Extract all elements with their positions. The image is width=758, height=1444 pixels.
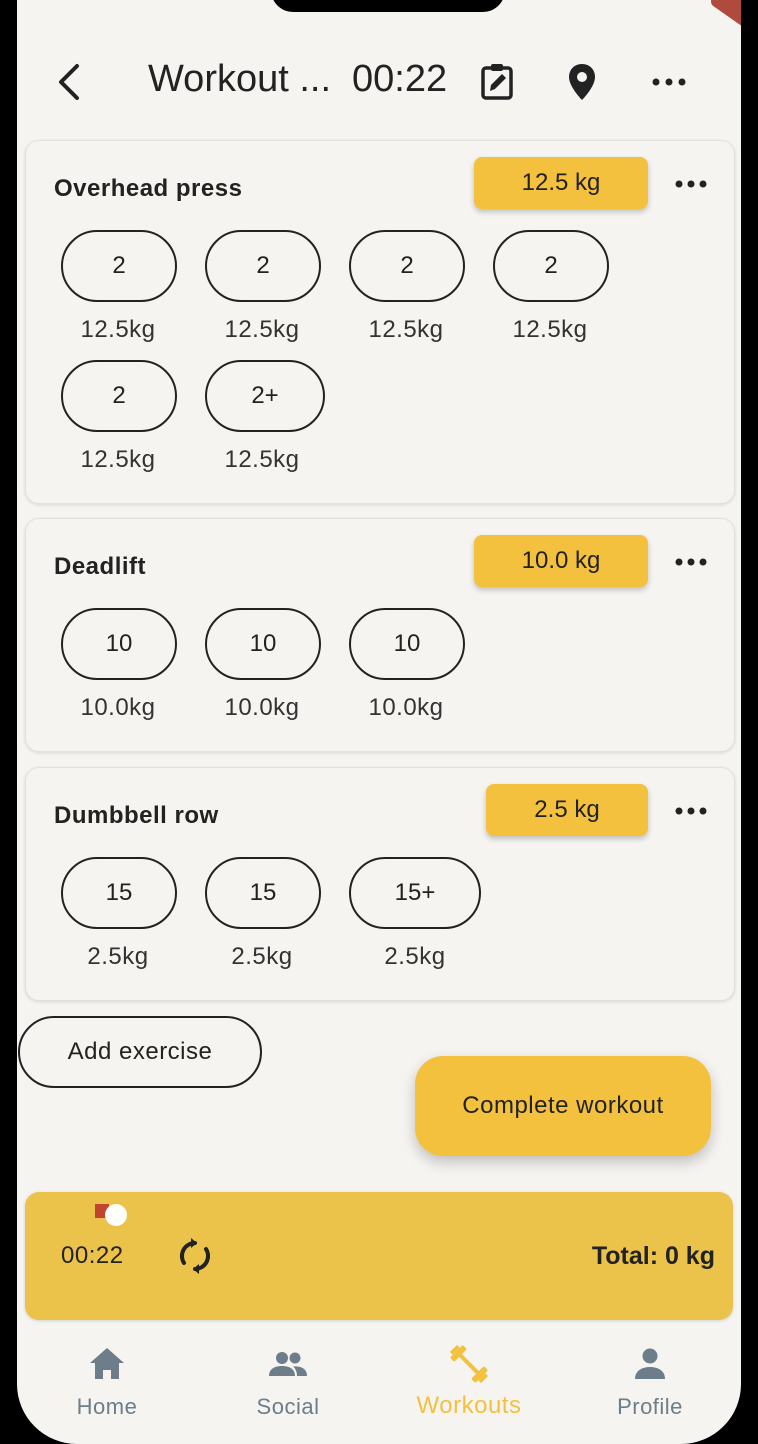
- people-icon: [269, 1352, 307, 1376]
- total-weight: Total: 0 kg: [591, 1242, 715, 1270]
- exercise-weight-button[interactable]: 12.5 kg: [474, 157, 648, 209]
- workout-title[interactable]: Workout ...: [148, 58, 328, 101]
- edit-notes-icon[interactable]: [476, 60, 520, 104]
- set-item: 2 12.5kg: [61, 230, 177, 344]
- nav-home[interactable]: Home: [22, 1334, 192, 1420]
- phone-screen: Workout ... 00:22 Overhead press 12.5 kg…: [17, 0, 741, 1444]
- timer-indicator-dot: [105, 1204, 127, 1226]
- debug-banner: [708, 0, 741, 29]
- exercise-weight-button[interactable]: 10.0 kg: [474, 535, 648, 587]
- nav-workouts[interactable]: Workouts: [384, 1334, 554, 1420]
- app-header: Workout ... 00:22: [17, 40, 741, 124]
- set-reps-button[interactable]: 15+: [349, 857, 481, 929]
- back-icon[interactable]: [51, 60, 87, 104]
- person-icon: [635, 1348, 665, 1379]
- set-weight-label: 12.5kg: [80, 446, 156, 473]
- nav-social[interactable]: Social: [203, 1334, 373, 1420]
- set-weight-label: 12.5kg: [368, 316, 444, 343]
- set-reps-button[interactable]: 2: [493, 230, 609, 302]
- set-item: 15 2.5kg: [205, 857, 321, 971]
- rest-timer-time: 00:22: [61, 1242, 124, 1269]
- set-weight-label: 10.0kg: [80, 694, 156, 721]
- set-reps-button[interactable]: 2: [205, 230, 321, 302]
- set-weight-label: 12.5kg: [512, 316, 588, 343]
- set-reps-button[interactable]: 2: [61, 230, 177, 302]
- rest-timer-bar: 00:22 Total: 0 kg: [25, 1192, 733, 1320]
- exercise-name[interactable]: Dumbbell row: [54, 802, 219, 830]
- set-item: 2 12.5kg: [205, 230, 321, 344]
- nav-label: Profile: [617, 1394, 683, 1419]
- exercise-more-icon[interactable]: [674, 174, 708, 194]
- set-item: 2 12.5kg: [349, 230, 465, 344]
- nav-label: Home: [76, 1394, 138, 1419]
- more-horizontal-icon[interactable]: [647, 60, 691, 104]
- dumbbell-icon: [449, 1344, 489, 1384]
- exercise-card-deadlift: Deadlift 10.0 kg 10 10.0kg 10 10.0kg 10 …: [25, 518, 735, 752]
- nav-label: Workouts: [416, 1392, 522, 1419]
- set-reps-button[interactable]: 10: [205, 608, 321, 680]
- home-icon: [90, 1348, 124, 1379]
- device-notch: [271, 0, 505, 12]
- exercise-name[interactable]: Overhead press: [54, 175, 242, 203]
- set-item: 10 10.0kg: [205, 608, 321, 722]
- set-weight-label: 12.5kg: [224, 446, 300, 473]
- sync-icon[interactable]: [175, 1236, 215, 1276]
- set-item: 15 2.5kg: [61, 857, 177, 971]
- set-item: 10 10.0kg: [61, 608, 177, 722]
- set-weight-label: 12.5kg: [224, 316, 300, 343]
- set-item: 15+ 2.5kg: [349, 857, 481, 971]
- nav-label: Social: [256, 1394, 320, 1419]
- nav-profile[interactable]: Profile: [565, 1334, 735, 1420]
- complete-workout-button[interactable]: Complete workout: [415, 1056, 711, 1156]
- set-weight-label: 2.5kg: [231, 943, 293, 970]
- set-weight-label: 10.0kg: [368, 694, 444, 721]
- set-item: 10 10.0kg: [349, 608, 465, 722]
- location-pin-icon[interactable]: [560, 60, 604, 104]
- set-reps-button[interactable]: 2: [349, 230, 465, 302]
- exercise-more-icon[interactable]: [674, 801, 708, 821]
- set-weight-label: 12.5kg: [80, 316, 156, 343]
- bottom-navigation: Home Social Workouts Profile: [17, 1334, 741, 1444]
- exercise-card-dumbbell-row: Dumbbell row 2.5 kg 15 2.5kg 15 2.5kg 15…: [25, 767, 735, 1001]
- exercise-card-overhead-press: Overhead press 12.5 kg 2 12.5kg 2 12.5kg…: [25, 140, 735, 504]
- add-exercise-button[interactable]: Add exercise: [18, 1016, 262, 1088]
- set-reps-button[interactable]: 15: [61, 857, 177, 929]
- set-item: 2+ 12.5kg: [205, 360, 325, 474]
- exercise-more-icon[interactable]: [674, 552, 708, 572]
- set-reps-button[interactable]: 10: [349, 608, 465, 680]
- exercise-weight-button[interactable]: 2.5 kg: [486, 784, 648, 836]
- set-reps-button[interactable]: 2: [61, 360, 177, 432]
- set-reps-button[interactable]: 10: [61, 608, 177, 680]
- set-weight-label: 2.5kg: [384, 943, 446, 970]
- set-weight-label: 2.5kg: [87, 943, 149, 970]
- set-weight-label: 10.0kg: [224, 694, 300, 721]
- set-reps-button[interactable]: 2+: [205, 360, 325, 432]
- set-item: 2 12.5kg: [61, 360, 177, 474]
- workout-timer: 00:22: [352, 58, 448, 100]
- set-reps-button[interactable]: 15: [205, 857, 321, 929]
- exercise-name[interactable]: Deadlift: [54, 553, 146, 581]
- set-item: 2 12.5kg: [493, 230, 609, 344]
